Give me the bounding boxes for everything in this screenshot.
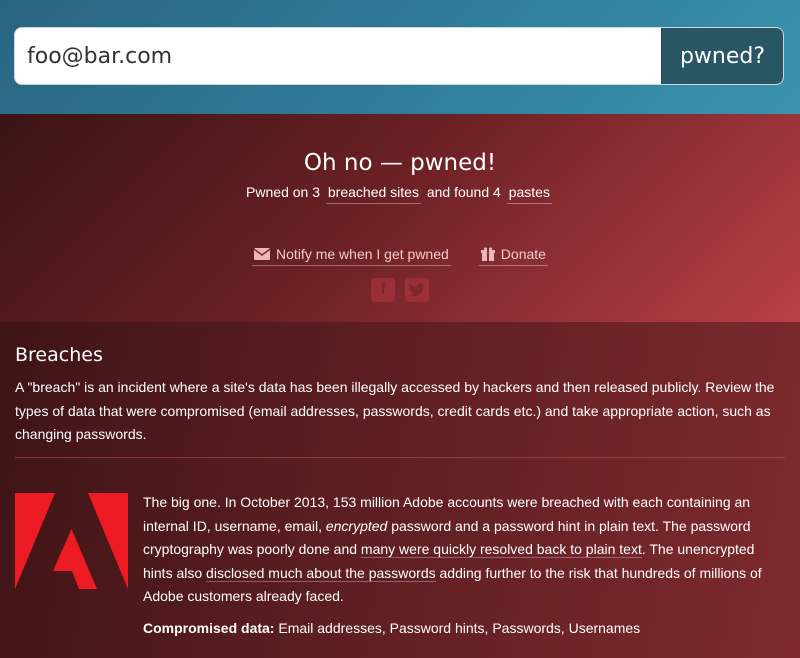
desc-emphasis: encrypted bbox=[325, 517, 388, 534]
divider bbox=[15, 457, 785, 458]
actions: Notify me when I get pwned Donate bbox=[0, 246, 800, 266]
facebook-icon[interactable]: f bbox=[371, 278, 395, 302]
donate-label: Donate bbox=[500, 246, 546, 262]
notify-me-link[interactable]: Notify me when I get pwned bbox=[252, 246, 451, 266]
search-form: pwned? bbox=[14, 27, 784, 85]
resolved-link[interactable]: many were quickly resolved back to plain… bbox=[360, 541, 642, 558]
search-band: pwned? bbox=[0, 0, 800, 114]
breached-sites-link[interactable]: breached sites bbox=[325, 184, 421, 204]
envelope-icon bbox=[254, 248, 271, 260]
email-search-input[interactable] bbox=[15, 28, 661, 84]
social-share: f bbox=[0, 278, 800, 302]
twitter-bird-icon bbox=[409, 283, 425, 297]
summary-prefix: Pwned on 3 bbox=[246, 184, 320, 200]
result-summary: Pwned on 3 breached sites and found 4 pa… bbox=[0, 184, 800, 204]
compromised-label: Compromised data: bbox=[143, 620, 275, 636]
compromised-value: Email addresses, Password hints, Passwor… bbox=[278, 620, 641, 636]
breaches-heading: Breaches bbox=[15, 344, 103, 366]
summary-middle: and found 4 bbox=[426, 184, 501, 200]
twitter-icon[interactable] bbox=[405, 278, 429, 302]
gift-icon bbox=[480, 247, 495, 261]
breach-description: The big one. In October 2013, 153 millio… bbox=[143, 491, 783, 609]
result-title: Oh no — pwned! bbox=[303, 150, 497, 176]
disclosed-link[interactable]: disclosed much about the passwords bbox=[206, 564, 436, 582]
notify-label: Notify me when I get pwned bbox=[276, 246, 449, 262]
compromised-data: Compromised data: Email addresses, Passw… bbox=[143, 620, 640, 636]
pastes-link[interactable]: pastes bbox=[506, 184, 552, 204]
adobe-logo-icon bbox=[15, 493, 128, 589]
donate-link[interactable]: Donate bbox=[478, 246, 548, 266]
breaches-intro: A "breach" is an incident where a site's… bbox=[15, 379, 775, 442]
pwned-button[interactable]: pwned? bbox=[661, 28, 783, 84]
breaches-section: Breaches A "breach" is an incident where… bbox=[0, 322, 800, 658]
result-banner: Oh no — pwned! Pwned on 3 breached sites… bbox=[0, 114, 800, 322]
